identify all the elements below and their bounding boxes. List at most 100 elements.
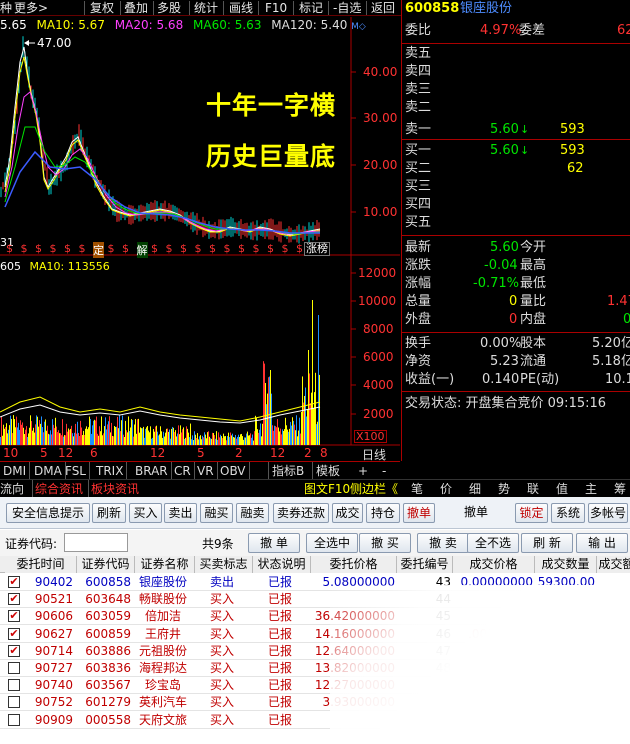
row-checkbox[interactable]: ✔	[8, 644, 20, 657]
column-header[interactable]: 买卖标志	[195, 556, 253, 573]
menu-statistics[interactable]: 统计	[194, 0, 218, 16]
tab-template[interactable]: 模板	[312, 462, 340, 480]
select-none-button[interactable]: 全不选	[467, 533, 519, 553]
event-marker[interactable]: $	[50, 242, 57, 255]
column-header[interactable]: 成交数量	[535, 556, 597, 573]
row-checkbox[interactable]: ✔	[8, 627, 20, 640]
tab-quote-1[interactable]: 价	[440, 480, 452, 498]
tab-indicator-vr[interactable]: VR	[194, 462, 218, 480]
event-marker[interactable]: $	[166, 242, 173, 255]
menu-overlay[interactable]: 叠加	[124, 0, 148, 16]
sidebar-toggle[interactable]: 侧边栏《	[350, 480, 398, 498]
margin-buy-button[interactable]: 融买	[200, 503, 233, 523]
safety-info-button[interactable]: 安全信息提示	[6, 503, 90, 523]
row-checkbox[interactable]: ✔	[8, 576, 20, 588]
tab-quote-7[interactable]: 筹	[614, 480, 626, 498]
system-button[interactable]: 系统	[551, 503, 585, 523]
event-marker[interactable]: $	[151, 242, 158, 255]
column-header[interactable]: 状态说明	[253, 556, 311, 573]
event-marker[interactable]: 解	[136, 242, 148, 258]
menu-back[interactable]: 返回	[371, 0, 395, 16]
cancel-order-button[interactable]: 撤 单	[248, 533, 300, 553]
event-marker[interactable]: $	[296, 242, 303, 255]
column-header[interactable]: 成交价格	[453, 556, 535, 573]
cancel-tab-button[interactable]: 撤单	[403, 503, 435, 523]
tab-indicator-dmi[interactable]: DMI	[0, 462, 31, 480]
menu-f10[interactable]: F10	[265, 0, 287, 16]
row-checkbox[interactable]: ✔	[8, 610, 20, 623]
row-checkbox[interactable]: ✔	[8, 593, 20, 606]
sell-button[interactable]: 卖出	[164, 503, 197, 523]
code-input[interactable]	[64, 533, 128, 552]
cancel-label[interactable]: 撤单	[452, 503, 500, 523]
menu-mark[interactable]: 标记	[299, 0, 323, 16]
repay-button[interactable]: 卖券还款	[273, 503, 329, 523]
tab-quote-3[interactable]: 势	[498, 480, 510, 498]
event-marker[interactable]: $	[238, 242, 245, 255]
menu-multi-stock[interactable]: 多股	[157, 0, 181, 16]
lock-button[interactable]: 锁定	[515, 503, 548, 523]
zhangbang-badge[interactable]: 涨榜	[304, 242, 330, 256]
filled-button[interactable]: 成交	[332, 503, 363, 523]
cancel-buy-button[interactable]: 撤 买	[359, 533, 411, 553]
event-marker[interactable]: $	[282, 242, 289, 255]
event-marker[interactable]: $	[122, 242, 129, 255]
event-marker[interactable]: $	[79, 242, 86, 255]
row-checkbox[interactable]	[8, 713, 20, 726]
tab-indicator-trix[interactable]: TRIX	[93, 462, 128, 480]
menu-truncated[interactable]: 种	[0, 0, 12, 16]
tab-f10-graphic[interactable]: 图文F10	[304, 480, 350, 498]
tab-quote-4[interactable]: 联	[527, 480, 539, 498]
tab-indicator-dma[interactable]: DMA	[31, 462, 66, 480]
cancel-sell-button[interactable]: 撤 卖	[417, 533, 469, 553]
tab-indicator-obv[interactable]: OBV	[217, 462, 250, 480]
column-header[interactable]: 证券名称	[135, 556, 195, 573]
row-checkbox[interactable]	[8, 696, 20, 709]
tab-indicator-cr[interactable]: CR	[171, 462, 195, 480]
tab-minus[interactable]: -	[382, 462, 386, 480]
tab-indicator-fsl[interactable]: FSL	[62, 462, 90, 480]
event-marker[interactable]: $	[64, 242, 71, 255]
menu-fuquan[interactable]: 复权	[90, 0, 114, 16]
position-button[interactable]: 持仓	[366, 503, 400, 523]
tab-indicator-brar[interactable]: BRAR	[132, 462, 172, 480]
tab-plus[interactable]: +	[358, 462, 368, 480]
event-marker[interactable]: $	[108, 242, 115, 255]
kline-chart[interactable]: 5.65 MA10: 5.67 MA20: 5.68 MA60: 5.63 MA…	[0, 17, 400, 462]
tab-sector-news[interactable]: 板块资讯	[88, 480, 139, 498]
tab-quote-6[interactable]: 主	[585, 480, 597, 498]
column-header[interactable]: 委托编号	[397, 556, 453, 573]
tab-quote-5[interactable]: 值	[556, 480, 568, 498]
row-checkbox[interactable]	[8, 679, 20, 692]
column-header[interactable]: 委托价格	[311, 556, 397, 573]
menu-draw-line[interactable]: 画线	[229, 0, 253, 16]
event-marker[interactable]: 定	[93, 242, 104, 258]
event-marker[interactable]: $	[6, 242, 13, 255]
event-marker[interactable]: $	[267, 242, 274, 255]
column-header[interactable]: 证券代码	[77, 556, 135, 573]
column-header[interactable]: 委托时间	[5, 556, 77, 573]
multi-account-button[interactable]: 多帐号	[588, 503, 628, 523]
event-marker[interactable]: $	[195, 242, 202, 255]
event-marker[interactable]: $	[224, 242, 231, 255]
refresh-list-button[interactable]: 刷 新	[521, 533, 573, 553]
tab-indicator-b[interactable]: 指标B	[268, 462, 304, 480]
event-marker[interactable]: $	[209, 242, 216, 255]
buy-button[interactable]: 买入	[129, 503, 162, 523]
row-checkbox[interactable]	[8, 662, 20, 674]
export-button[interactable]: 输 出	[576, 533, 628, 553]
event-marker[interactable]: $	[180, 242, 187, 255]
select-all-button[interactable]: 全选中	[306, 533, 358, 553]
menu-more[interactable]: 更多>	[14, 0, 48, 16]
margin-sell-button[interactable]: 融卖	[236, 503, 269, 523]
refresh-button[interactable]: 刷新	[92, 503, 126, 523]
event-marker[interactable]: $	[21, 242, 28, 255]
tab-news[interactable]: 综合资讯	[32, 480, 83, 498]
tab-flow[interactable]: 流向	[0, 480, 24, 498]
tab-quote-2[interactable]: 细	[469, 480, 481, 498]
event-marker[interactable]: $	[253, 242, 260, 255]
event-marker[interactable]: $	[35, 242, 42, 255]
tab-quote-0[interactable]: 笔	[411, 480, 423, 498]
menu-add-watchlist[interactable]: -自选	[333, 0, 361, 16]
column-header[interactable]: 成交额	[597, 556, 630, 573]
